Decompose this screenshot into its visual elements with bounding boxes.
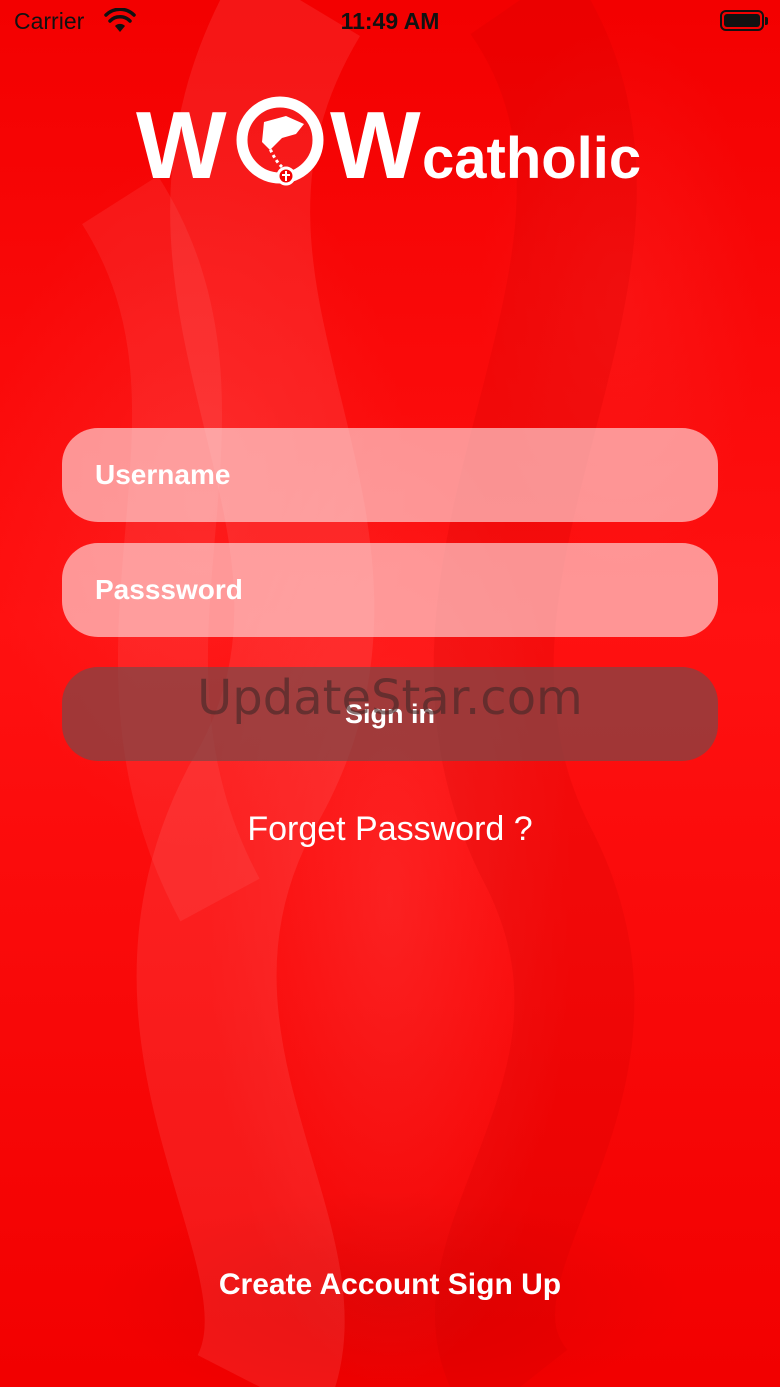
sign-in-button[interactable]: Sign in — [62, 667, 718, 761]
clock: 11:49 AM — [340, 8, 440, 34]
app-logo: W W catholic — [136, 94, 641, 190]
praying-hands-rosary-icon — [236, 96, 324, 186]
logo-w1: W — [136, 94, 227, 190]
username-input[interactable] — [62, 428, 718, 522]
status-bar: Carrier 11:49 AM — [0, 0, 780, 44]
password-input[interactable] — [62, 543, 718, 637]
battery-icon — [720, 10, 768, 31]
password-field-container — [62, 543, 718, 637]
forgot-password-link[interactable]: Forget Password ? — [0, 810, 780, 849]
logo-w2: W — [330, 94, 421, 190]
username-field-container — [62, 428, 718, 522]
logo-catholic: catholic — [422, 126, 641, 190]
create-account-link[interactable]: Create Account Sign Up — [0, 1268, 780, 1302]
